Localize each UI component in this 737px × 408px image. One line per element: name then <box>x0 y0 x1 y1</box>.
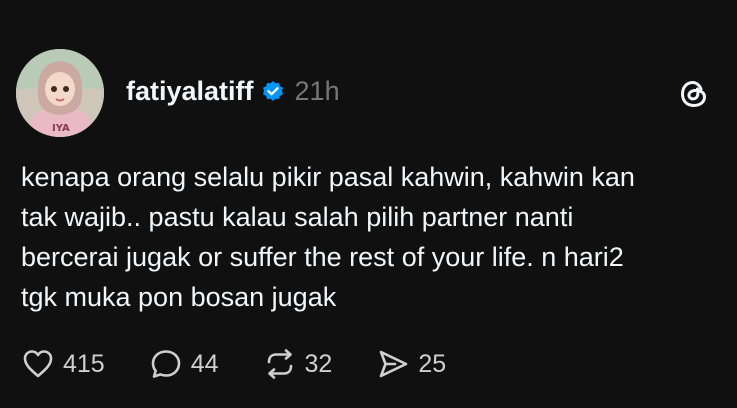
like-button[interactable]: 415 <box>21 347 105 381</box>
svg-text:IYA: IYA <box>52 123 70 134</box>
username[interactable]: fatiyalatiff <box>126 76 254 107</box>
comment-icon <box>151 350 181 378</box>
post-body: kenapa orang selalu pikir pasal kahwin, … <box>21 157 721 317</box>
post-header: IYA fatiyalatiff 21h <box>16 49 721 139</box>
like-count: 415 <box>63 349 105 378</box>
post-actions: 415 44 32 25 <box>21 344 490 384</box>
avatar[interactable]: IYA <box>16 49 104 137</box>
repost-button[interactable]: 32 <box>263 347 333 381</box>
reply-count: 44 <box>190 349 219 378</box>
post-line: tak wajib.. pastu kalau salah pilih part… <box>21 202 574 232</box>
post-time: 21h <box>294 76 340 106</box>
verified-badge-icon <box>261 80 285 104</box>
send-icon <box>380 350 408 378</box>
post-line: kenapa orang selalu pikir pasal kahwin, … <box>21 162 635 192</box>
author-row: fatiyalatiff 21h <box>126 76 340 107</box>
post-line: tgk muka pon bosan jugak <box>21 282 337 312</box>
repost-count: 32 <box>304 349 333 378</box>
post-line: bercerai jugak or suffer the rest of you… <box>21 242 624 272</box>
avatar-illustration: IYA <box>16 49 104 137</box>
heart-icon <box>23 350 53 378</box>
threads-logo-icon[interactable] <box>677 77 711 111</box>
share-count: 25 <box>418 349 447 378</box>
repost-icon <box>267 349 292 379</box>
reply-button[interactable]: 44 <box>149 347 219 381</box>
share-button[interactable]: 25 <box>376 347 446 381</box>
previous-post-cutoff <box>0 0 737 12</box>
